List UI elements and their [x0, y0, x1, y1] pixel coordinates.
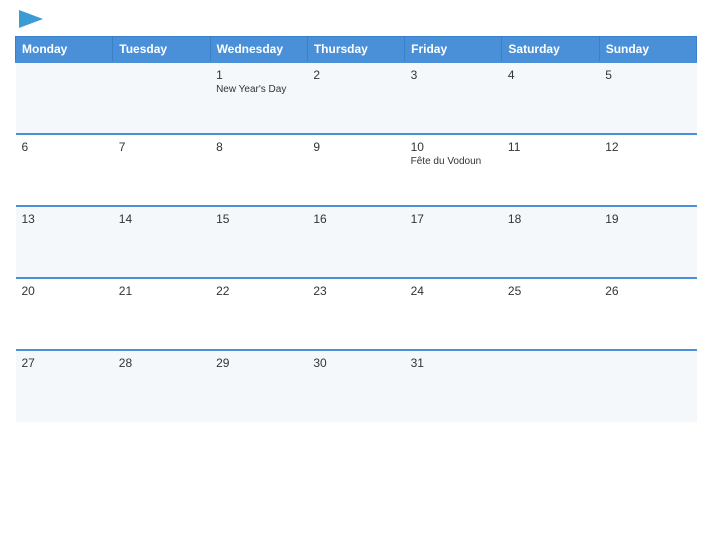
weekday-header-saturday: Saturday [502, 37, 599, 63]
day-number: 24 [411, 284, 496, 298]
calendar-cell: 21 [113, 278, 210, 350]
calendar-cell: 25 [502, 278, 599, 350]
calendar-cell: 19 [599, 206, 696, 278]
calendar-cell [113, 62, 210, 134]
day-number: 22 [216, 284, 301, 298]
day-number: 4 [508, 68, 593, 82]
calendar-cell: 29 [210, 350, 307, 422]
calendar-cell: 6 [16, 134, 113, 206]
weekday-header-friday: Friday [405, 37, 502, 63]
day-number: 27 [22, 356, 107, 370]
week-row-5: 27 28 29 30 31 [16, 350, 697, 422]
day-event: New Year's Day [216, 84, 301, 95]
day-number: 13 [22, 212, 107, 226]
week-row-3: 13 14 15 16 17 18 19 [16, 206, 697, 278]
calendar-cell: 18 [502, 206, 599, 278]
calendar-cell [16, 62, 113, 134]
calendar-cell: 16 [307, 206, 404, 278]
calendar-cell: 27 [16, 350, 113, 422]
calendar-cell: 24 [405, 278, 502, 350]
calendar-cell: 20 [16, 278, 113, 350]
day-number: 29 [216, 356, 301, 370]
weekday-header-tuesday: Tuesday [113, 37, 210, 63]
calendar-cell: 12 [599, 134, 696, 206]
day-number: 14 [119, 212, 204, 226]
day-number: 2 [313, 68, 398, 82]
day-number: 11 [508, 140, 593, 154]
weekday-header-wednesday: Wednesday [210, 37, 307, 63]
day-number: 7 [119, 140, 204, 154]
calendar-cell [599, 350, 696, 422]
weekday-header-sunday: Sunday [599, 37, 696, 63]
day-number: 18 [508, 212, 593, 226]
calendar-cell: 10 Fête du Vodoun [405, 134, 502, 206]
calendar-cell: 26 [599, 278, 696, 350]
week-row-4: 20 21 22 23 24 25 26 [16, 278, 697, 350]
day-number: 1 [216, 68, 301, 82]
calendar-cell: 31 [405, 350, 502, 422]
calendar-cell: 28 [113, 350, 210, 422]
day-number: 17 [411, 212, 496, 226]
calendar-cell: 23 [307, 278, 404, 350]
calendar-header [15, 10, 697, 28]
day-number: 21 [119, 284, 204, 298]
day-number: 30 [313, 356, 398, 370]
day-event: Fête du Vodoun [411, 156, 496, 167]
calendar-cell: 17 [405, 206, 502, 278]
weekday-header-row: MondayTuesdayWednesdayThursdayFridaySatu… [16, 37, 697, 63]
calendar-page: MondayTuesdayWednesdayThursdayFridaySatu… [0, 0, 712, 550]
day-number: 8 [216, 140, 301, 154]
calendar-cell: 1 New Year's Day [210, 62, 307, 134]
week-row-2: 6789 10 Fête du Vodoun 11 12 [16, 134, 697, 206]
day-number: 15 [216, 212, 301, 226]
weekday-header-monday: Monday [16, 37, 113, 63]
day-number: 25 [508, 284, 593, 298]
calendar-cell: 22 [210, 278, 307, 350]
day-number: 28 [119, 356, 204, 370]
calendar-cell: 11 [502, 134, 599, 206]
day-number: 20 [22, 284, 107, 298]
calendar-cell: 30 [307, 350, 404, 422]
day-number: 12 [605, 140, 690, 154]
calendar-cell: 4 [502, 62, 599, 134]
calendar-cell: 14 [113, 206, 210, 278]
day-number: 9 [313, 140, 398, 154]
calendar-cell: 8 [210, 134, 307, 206]
logo [15, 10, 43, 28]
calendar-cell: 9 [307, 134, 404, 206]
day-number: 3 [411, 68, 496, 82]
day-number: 19 [605, 212, 690, 226]
calendar-cell [502, 350, 599, 422]
day-number: 5 [605, 68, 690, 82]
logo-flag-icon [19, 10, 43, 28]
day-number: 16 [313, 212, 398, 226]
calendar-cell: 15 [210, 206, 307, 278]
week-row-1: 1 New Year's Day 2345 [16, 62, 697, 134]
day-number: 23 [313, 284, 398, 298]
calendar-cell: 5 [599, 62, 696, 134]
calendar-cell: 13 [16, 206, 113, 278]
day-number: 6 [22, 140, 107, 154]
calendar-table: MondayTuesdayWednesdayThursdayFridaySatu… [15, 36, 697, 422]
day-number: 26 [605, 284, 690, 298]
day-number: 10 [411, 140, 496, 154]
weekday-header-thursday: Thursday [307, 37, 404, 63]
day-number: 31 [411, 356, 496, 370]
calendar-cell: 2 [307, 62, 404, 134]
calendar-cell: 7 [113, 134, 210, 206]
calendar-cell: 3 [405, 62, 502, 134]
